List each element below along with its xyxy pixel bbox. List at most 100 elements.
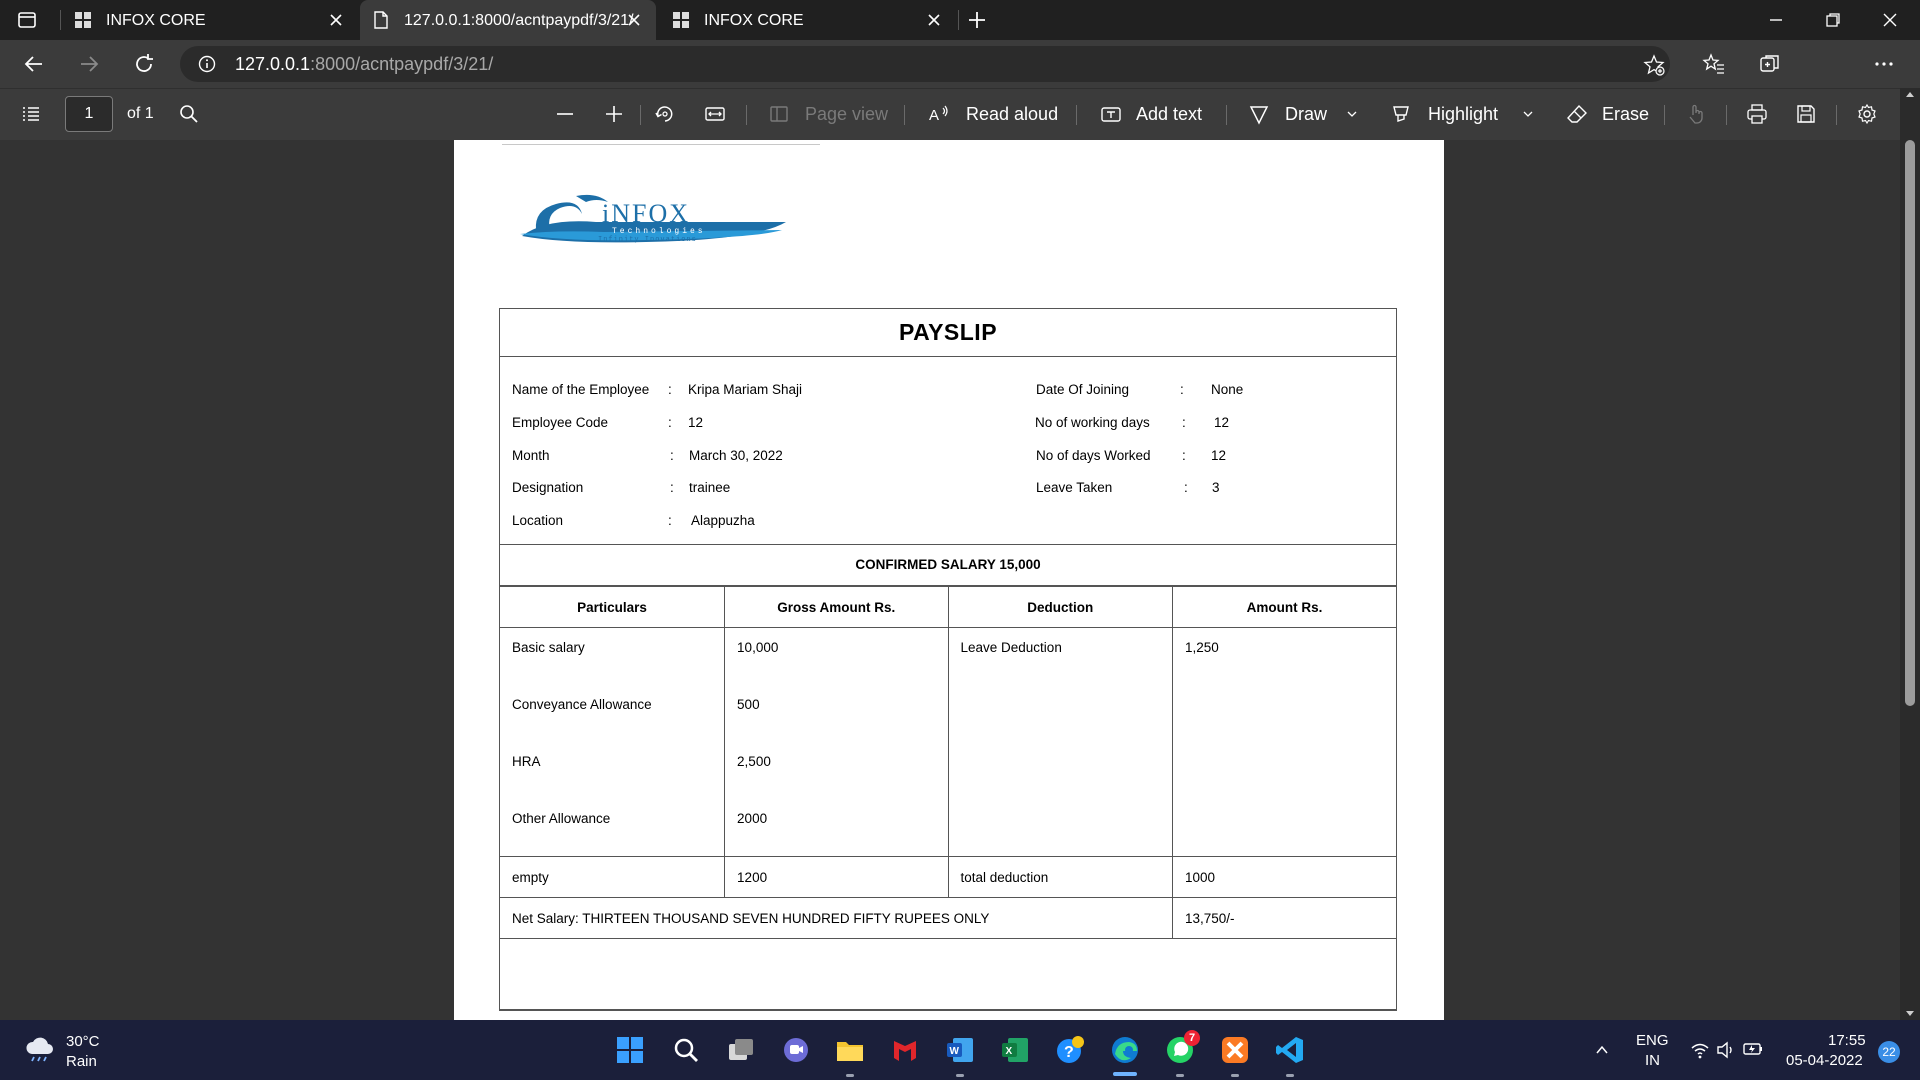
colon: : xyxy=(670,480,674,495)
file-explorer-icon[interactable] xyxy=(834,1034,866,1066)
excel-icon[interactable]: X xyxy=(999,1034,1031,1066)
highlight-button[interactable]: Highlight xyxy=(1428,104,1498,125)
teams-chat-icon[interactable] xyxy=(780,1034,812,1066)
fit-to-width-icon[interactable] xyxy=(704,103,726,125)
tab-separator xyxy=(60,10,61,30)
volume-icon[interactable] xyxy=(1716,1041,1736,1059)
language-indicator[interactable]: ENG xyxy=(1636,1032,1669,1049)
search-icon[interactable] xyxy=(178,103,200,125)
back-icon[interactable] xyxy=(22,52,46,76)
xampp-icon[interactable] xyxy=(1219,1034,1251,1066)
designation-label: Designation xyxy=(512,480,584,495)
get-help-icon[interactable]: ? xyxy=(1054,1034,1086,1066)
vscode-icon[interactable] xyxy=(1274,1034,1306,1066)
rotate-icon[interactable] xyxy=(654,103,676,125)
notification-badge[interactable]: 22 xyxy=(1878,1041,1900,1063)
add-text-button[interactable]: Add text xyxy=(1136,104,1202,125)
scroll-up-icon[interactable] xyxy=(1905,90,1915,98)
deduction-amount: 1,250 xyxy=(1185,640,1219,655)
net-salary-row: Net Salary: THIRTEEN THOUSAND SEVEN HUND… xyxy=(500,897,1396,939)
task-view-icon[interactable] xyxy=(725,1034,757,1066)
scrollbar-thumb[interactable] xyxy=(1905,140,1915,706)
erase-button[interactable]: Erase xyxy=(1602,104,1649,125)
totals-row: empty 1200 total deduction 1000 xyxy=(500,856,1396,898)
close-window-icon[interactable] xyxy=(1880,10,1900,30)
payslip: PAYSLIP Name of the Employee : Kripa Mar… xyxy=(499,308,1397,1011)
weather-rain-icon[interactable] xyxy=(24,1036,56,1064)
chevron-up-icon[interactable] xyxy=(1594,1042,1610,1058)
employee-name-label: Name of the Employee xyxy=(512,382,650,397)
site-info-icon[interactable] xyxy=(198,55,216,73)
colon: : xyxy=(668,382,672,397)
payslip-title: PAYSLIP xyxy=(500,309,1396,357)
collections-icon[interactable] xyxy=(1758,52,1782,76)
tab-infox-core-2[interactable]: INFOX CORE xyxy=(660,0,956,40)
refresh-icon[interactable] xyxy=(132,52,156,76)
wifi-icon[interactable] xyxy=(1690,1041,1710,1059)
date-of-joining-value: None xyxy=(1211,382,1244,397)
scroll-down-icon[interactable] xyxy=(1905,1010,1915,1018)
address-bar-row: 127.0.0.1:8000/acntpaypdf/3/21/ xyxy=(0,40,1920,118)
date-of-joining-label: Date Of Joining xyxy=(1036,382,1130,397)
pdf-toolbar: 1 of 1 Page view A Read aloud Add text D… xyxy=(0,88,1920,140)
add-favorite-icon[interactable] xyxy=(1643,54,1665,76)
working-days-value: 12 xyxy=(1214,415,1230,430)
region-indicator[interactable]: IN xyxy=(1645,1052,1660,1069)
zoom-in-icon[interactable] xyxy=(603,103,625,125)
employee-code-value: 12 xyxy=(688,415,704,430)
toolbar-separator xyxy=(746,105,747,125)
tab-actions-icon[interactable] xyxy=(17,10,37,30)
close-tab-icon[interactable] xyxy=(626,12,642,28)
url-input[interactable]: 127.0.0.1:8000/acntpaypdf/3/21/ xyxy=(180,46,1670,82)
toolbar-separator xyxy=(1076,105,1077,125)
tab-payslip-pdf[interactable]: 127.0.0.1:8000/acntpaypdf/3/21/ xyxy=(360,0,656,40)
page-number-input[interactable]: 1 xyxy=(65,96,113,132)
chevron-down-icon[interactable] xyxy=(1344,106,1360,122)
clock-time[interactable]: 17:55 xyxy=(1828,1032,1866,1049)
restore-icon[interactable] xyxy=(1823,10,1843,30)
active-app-indicator xyxy=(1113,1072,1137,1076)
close-tab-icon[interactable] xyxy=(926,12,942,28)
tab-title: INFOX CORE xyxy=(704,12,804,29)
chevron-down-icon[interactable] xyxy=(1520,106,1536,122)
draw-button[interactable]: Draw xyxy=(1285,104,1327,125)
add-text-icon xyxy=(1101,107,1121,122)
new-tab-icon[interactable] xyxy=(966,9,988,31)
page-view-button[interactable]: Page view xyxy=(805,104,888,125)
taskbar: 30°C Rain W X ? 7 ENG IN 17:55 05-04-202… xyxy=(0,1020,1920,1080)
vertical-scrollbar[interactable] xyxy=(1900,88,1920,1020)
favorites-icon[interactable] xyxy=(1702,52,1726,76)
mcafee-icon[interactable] xyxy=(889,1034,921,1066)
tab-infox-core-1[interactable]: INFOX CORE xyxy=(62,0,358,40)
forward-icon[interactable] xyxy=(77,52,101,76)
weather-temperature[interactable]: 30°C xyxy=(66,1033,100,1050)
start-windows-icon[interactable] xyxy=(614,1034,646,1066)
save-icon[interactable] xyxy=(1795,103,1817,125)
more-options-icon[interactable] xyxy=(1872,52,1896,76)
battery-charging-icon[interactable] xyxy=(1742,1040,1764,1058)
pdf-page: iNFOX Technologies Infinity Inovations P… xyxy=(454,140,1444,1020)
print-icon[interactable] xyxy=(1746,103,1768,125)
location-value: Alappuzha xyxy=(691,513,755,528)
colon: : xyxy=(668,415,672,430)
month-value: March 30, 2022 xyxy=(689,448,783,463)
close-tab-icon[interactable] xyxy=(328,12,344,28)
clock-date[interactable]: 05-04-2022 xyxy=(1786,1052,1863,1069)
read-aloud-button[interactable]: Read aloud xyxy=(966,104,1058,125)
edge-browser-icon[interactable] xyxy=(1109,1034,1141,1066)
salary-table: Particulars Gross Amount Rs. Deduction A… xyxy=(500,586,1396,1010)
contents-icon[interactable] xyxy=(20,103,42,125)
leave-taken-value: 3 xyxy=(1212,480,1220,495)
employee-name-value: Kripa Mariam Shaji xyxy=(688,382,803,397)
column-header: Particulars xyxy=(500,586,726,628)
running-indicator xyxy=(1286,1074,1294,1077)
search-icon[interactable] xyxy=(670,1034,702,1066)
zoom-out-icon[interactable] xyxy=(554,103,576,125)
minimize-icon[interactable] xyxy=(1766,10,1786,30)
settings-gear-icon[interactable] xyxy=(1856,103,1878,125)
app-favicon-icon xyxy=(75,12,91,28)
word-icon[interactable]: W xyxy=(944,1034,976,1066)
tab-separator xyxy=(958,10,959,30)
pdf-viewport[interactable]: iNFOX Technologies Infinity Inovations P… xyxy=(0,140,1900,1020)
weather-description[interactable]: Rain xyxy=(66,1053,97,1070)
